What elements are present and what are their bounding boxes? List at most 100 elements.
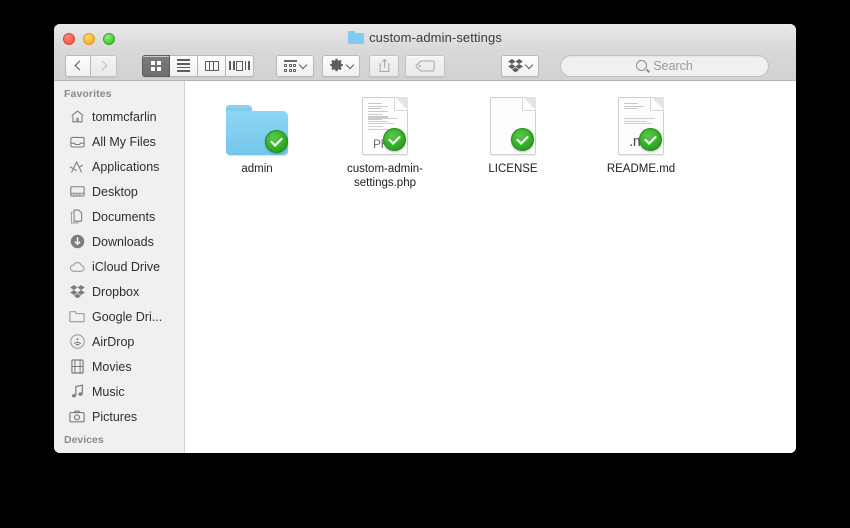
sidebar-item-label: Google Dri... — [92, 309, 163, 324]
zoom-button[interactable] — [103, 33, 115, 45]
column-view-button[interactable] — [198, 54, 226, 77]
file-icon — [224, 91, 290, 155]
back-button[interactable] — [65, 54, 91, 77]
file-icon — [480, 91, 546, 155]
pictures-icon — [69, 409, 85, 425]
music-icon — [69, 384, 85, 400]
icon-view-button[interactable] — [142, 54, 170, 77]
chevron-left-icon — [74, 60, 84, 71]
file-name: README.md — [606, 163, 676, 175]
finder-toolbar: Search — [54, 50, 796, 81]
coverflow-icon — [229, 60, 250, 71]
page-fold — [522, 97, 536, 111]
chevron-right-icon — [97, 60, 108, 71]
sidebar-item-documents[interactable]: Documents — [54, 204, 184, 229]
file-item-admin[interactable]: admin — [193, 85, 321, 190]
forward-button[interactable] — [91, 54, 117, 77]
icloud-icon — [69, 259, 85, 275]
finder-sidebar: Favorites tommcfarlin All My Files Appli… — [54, 81, 185, 453]
file-item-license[interactable]: LICENSE — [449, 85, 577, 190]
chevron-down-icon — [298, 60, 308, 69]
share-button[interactable] — [369, 54, 399, 77]
sidebar-item-pictures[interactable]: Pictures — [54, 404, 184, 429]
sidebar-item-icloud-drive[interactable]: iCloud Drive — [54, 254, 184, 279]
sidebar-item-google-drive[interactable]: Google Dri... — [54, 304, 184, 329]
view-mode-segmented-control — [142, 54, 254, 77]
minimize-button[interactable] — [83, 33, 95, 45]
coverflow-view-button[interactable] — [226, 54, 254, 77]
search-icon — [636, 60, 648, 71]
dropbox-icon — [69, 284, 85, 300]
file-icon: .md — [608, 91, 674, 155]
folder-icon — [348, 31, 365, 44]
sidebar-section-favorites: Favorites — [64, 88, 112, 100]
document-text-lines — [624, 118, 657, 125]
sidebar-item-label: Applications — [92, 159, 160, 174]
file-item-custom-admin-settings-php[interactable]: PHP custom-admin-settings.php — [321, 85, 449, 190]
airdrop-icon — [69, 334, 85, 350]
sidebar-item-label: Dropbox — [92, 284, 140, 299]
tags-button[interactable] — [405, 54, 445, 77]
movies-icon — [69, 359, 85, 375]
sidebar-item-applications[interactable]: Applications — [54, 154, 184, 179]
sidebar-item-desktop[interactable]: Desktop — [54, 179, 184, 204]
arrange-button[interactable] — [276, 54, 314, 77]
page-fold — [650, 97, 664, 111]
list-icon — [177, 58, 190, 73]
downloads-icon — [69, 234, 85, 250]
dropbox-icon — [508, 58, 523, 72]
file-name: custom-admin-settings.php — [346, 163, 424, 189]
window-title: custom-admin-settings — [54, 30, 796, 45]
sidebar-item-movies[interactable]: Movies — [54, 354, 184, 379]
php-document-icon: PHP — [362, 97, 408, 155]
action-menu-button[interactable] — [322, 54, 360, 77]
sidebar-item-label: tommcfarlin — [92, 109, 157, 124]
chevron-down-icon — [345, 60, 355, 69]
dropbox-synced-badge-icon — [265, 130, 288, 153]
all-my-files-icon — [69, 134, 85, 150]
sidebar-item-dropbox[interactable]: Dropbox — [54, 279, 184, 304]
applications-icon — [69, 159, 85, 175]
folder-icon — [226, 105, 288, 155]
dropbox-synced-badge-icon — [383, 128, 406, 151]
list-view-button[interactable] — [170, 54, 198, 77]
window-title-text: custom-admin-settings — [369, 30, 502, 45]
sidebar-item-airdrop[interactable]: AirDrop — [54, 329, 184, 354]
arrange-grid-icon — [284, 59, 297, 72]
sidebar-item-label: iCloud Drive — [92, 259, 161, 274]
sidebar-item-all-my-files[interactable]: All My Files — [54, 129, 184, 154]
sidebar-item-label: Documents — [92, 209, 156, 224]
sidebar-section-devices: Devices — [64, 434, 104, 446]
blank-document-icon — [490, 97, 536, 155]
dropbox-synced-badge-icon — [639, 128, 662, 151]
file-icon: PHP — [352, 91, 418, 155]
columns-icon — [204, 60, 219, 71]
sidebar-item-downloads[interactable]: Downloads — [54, 229, 184, 254]
dropbox-toolbar-button[interactable] — [501, 54, 539, 77]
file-item-readme-md[interactable]: .md README.md — [577, 85, 705, 190]
sidebar-item-label: AirDrop — [92, 334, 135, 349]
sidebar-item-label: Downloads — [92, 234, 154, 249]
file-name: LICENSE — [488, 163, 538, 175]
sidebar-item-tommcfarlin[interactable]: tommcfarlin — [54, 104, 184, 129]
chevron-down-icon — [524, 60, 534, 69]
share-icon — [379, 58, 389, 72]
close-button[interactable] — [63, 33, 75, 45]
window-body: Favorites tommcfarlin All My Files Appli… — [54, 81, 796, 453]
file-name: admin — [241, 163, 273, 175]
markdown-document-icon: .md — [618, 97, 664, 155]
finder-window: custom-admin-settings Search Favorites t… — [54, 24, 796, 453]
folder-icon — [69, 309, 85, 325]
sidebar-item-music[interactable]: Music — [54, 379, 184, 404]
sidebar-item-label: Music — [92, 384, 125, 399]
window-titlebar: custom-admin-settings Search — [54, 24, 796, 81]
desktop-icon — [69, 184, 85, 200]
search-field[interactable]: Search — [560, 54, 769, 77]
sidebar-item-label: Desktop — [92, 184, 138, 199]
home-icon — [69, 109, 85, 125]
document-text-lines — [624, 103, 649, 110]
navigation-buttons — [65, 54, 117, 77]
file-browser-content[interactable]: admin custom-admin-settings.php LICENSE … — [185, 81, 796, 453]
tag-icon — [415, 59, 435, 72]
page-fold — [394, 97, 408, 111]
